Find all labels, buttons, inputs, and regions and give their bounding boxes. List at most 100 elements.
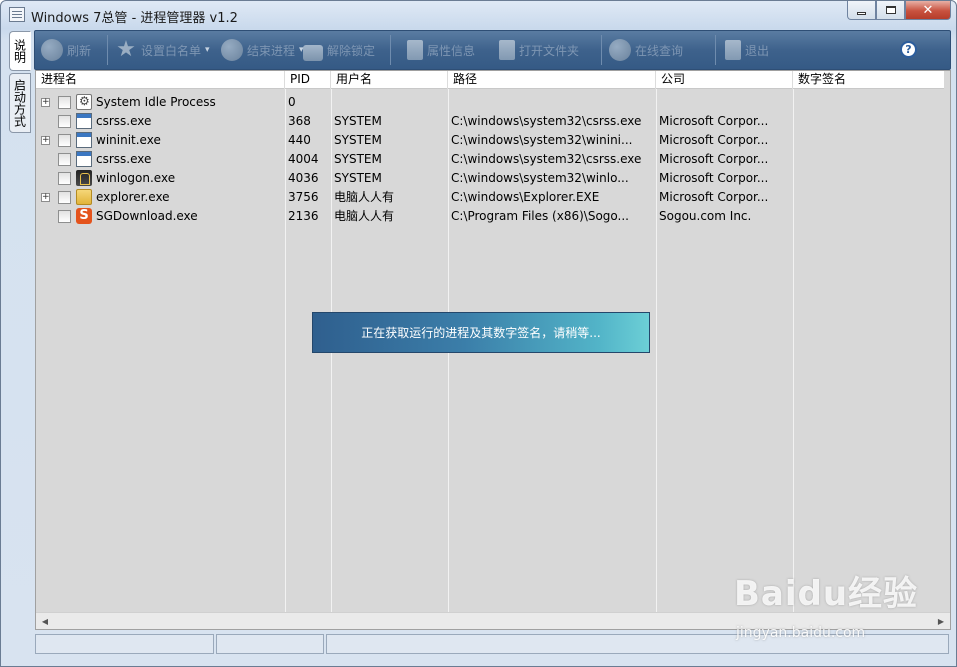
scroll-left-icon[interactable]: ◀ — [38, 615, 52, 628]
app-window: Windows 7总管 - 进程管理器 v1.2 ✕ 说明 启动方式 刷新 ★ … — [0, 0, 957, 667]
process-path: C:\windows\system32\winlo... — [451, 171, 629, 185]
expand-icon[interactable]: + — [41, 193, 50, 202]
system-process-icon — [76, 94, 92, 110]
status-panel — [216, 634, 324, 654]
tab-description[interactable]: 说明 — [9, 31, 31, 71]
close-icon: ✕ — [922, 2, 934, 18]
process-path: C:\windows\Explorer.EXE — [451, 190, 600, 204]
open-folder-icon — [499, 40, 515, 60]
tab-startup-mode[interactable]: 启动方式 — [9, 73, 31, 133]
row-checkbox[interactable] — [58, 153, 71, 166]
chevron-down-icon[interactable]: ▾ — [205, 45, 210, 55]
table-row[interactable]: S SGDownload.exe 2136 电脑人人有 C:\Program F… — [36, 207, 944, 226]
watermark-url: jingyan.baidu.com — [736, 625, 866, 641]
properties-button[interactable]: 属性信息 — [407, 31, 475, 69]
process-user: 电脑人人有 — [334, 209, 395, 223]
column-header-signature[interactable]: 数字签名 — [793, 71, 944, 89]
end-process-button[interactable]: 结束进程 ▾ — [221, 31, 304, 69]
table-row[interactable]: csrss.exe 368 SYSTEM C:\windows\system32… — [36, 112, 944, 131]
application-window-icon — [76, 132, 92, 148]
help-button[interactable]: ? — [900, 41, 917, 58]
exit-icon — [725, 40, 741, 60]
loading-message: 正在获取运行的进程及其数字签名，请稍等... — [312, 312, 650, 353]
row-checkbox[interactable] — [58, 96, 71, 109]
application-window-icon — [76, 151, 92, 167]
table-row[interactable]: + wininit.exe 440 SYSTEM C:\windows\syst… — [36, 131, 944, 150]
properties-icon — [407, 40, 423, 60]
list-header: 进程名 PID 用户名 路径 公司 数字签名 — [36, 71, 944, 89]
toolbar-divider — [715, 35, 716, 65]
refresh-button[interactable]: 刷新 — [41, 31, 91, 69]
scroll-right-icon[interactable]: ▶ — [934, 615, 948, 628]
process-path — [451, 93, 653, 112]
row-checkbox[interactable] — [58, 210, 71, 223]
process-user: SYSTEM — [334, 114, 382, 128]
process-pid: 3756 — [288, 190, 319, 204]
process-company: Microsoft Corpor... — [659, 133, 769, 147]
table-row[interactable]: winlogon.exe 4036 SYSTEM C:\windows\syst… — [36, 169, 944, 188]
row-checkbox[interactable] — [58, 115, 71, 128]
process-pid: 0 — [288, 95, 296, 109]
process-user — [334, 93, 444, 112]
properties-label: 属性信息 — [427, 43, 476, 58]
table-row[interactable]: csrss.exe 4004 SYSTEM C:\windows\system3… — [36, 150, 944, 169]
process-name: csrss.exe — [96, 152, 152, 166]
process-user: SYSTEM — [334, 171, 382, 185]
exit-button[interactable]: 退出 — [725, 31, 769, 69]
column-header-pid[interactable]: PID — [285, 71, 331, 89]
unlock-button[interactable]: 解除锁定 — [303, 31, 375, 69]
process-user: 电脑人人有 — [334, 190, 395, 204]
process-pid: 2136 — [288, 209, 319, 223]
process-company: Microsoft Corpor... — [659, 190, 769, 204]
column-header-user[interactable]: 用户名 — [331, 71, 448, 89]
process-name: explorer.exe — [96, 190, 170, 204]
sogou-icon: S — [76, 208, 92, 224]
unlock-icon — [303, 45, 323, 61]
process-company: Sogou.com Inc. — [659, 209, 752, 223]
process-pid: 440 — [288, 133, 311, 147]
window-controls: ✕ — [847, 1, 951, 20]
process-company: Microsoft Corpor... — [659, 152, 769, 166]
online-query-label: 在线查询 — [635, 43, 684, 58]
column-header-company[interactable]: 公司 — [656, 71, 793, 89]
exit-label: 退出 — [745, 43, 770, 58]
end-process-label: 结束进程 — [247, 43, 296, 58]
expand-icon[interactable]: + — [41, 136, 50, 145]
window-title: Windows 7总管 - 进程管理器 v1.2 — [31, 11, 238, 26]
row-checkbox[interactable] — [58, 172, 71, 185]
toolbar-divider — [390, 35, 391, 65]
side-tabs: 说明 启动方式 — [9, 31, 31, 133]
process-user: SYSTEM — [334, 152, 382, 166]
unlock-label: 解除锁定 — [327, 43, 376, 58]
minimize-button[interactable] — [847, 1, 876, 20]
expand-icon[interactable]: + — [41, 98, 50, 107]
online-query-button[interactable]: 在线查询 — [609, 31, 683, 69]
open-folder-button[interactable]: 打开文件夹 — [499, 31, 579, 69]
open-folder-label: 打开文件夹 — [519, 43, 580, 58]
whitelist-button[interactable]: ★ 设置白名单 ▾ — [115, 31, 210, 69]
star-icon: ★ — [116, 37, 136, 62]
process-user: SYSTEM — [334, 133, 382, 147]
process-name: winlogon.exe — [96, 171, 176, 185]
process-path: C:\windows\system32\csrss.exe — [451, 114, 642, 128]
table-row[interactable]: + explorer.exe 3756 电脑人人有 C:\windows\Exp… — [36, 188, 944, 207]
close-button[interactable]: ✕ — [905, 1, 951, 20]
row-checkbox[interactable] — [58, 134, 71, 147]
process-pid: 4036 — [288, 171, 319, 185]
row-checkbox[interactable] — [58, 191, 71, 204]
app-icon[interactable] — [9, 7, 25, 22]
column-header-name[interactable]: 进程名 — [36, 71, 285, 89]
title-bar[interactable]: Windows 7总管 - 进程管理器 v1.2 ✕ — [1, 1, 956, 29]
stop-hand-icon — [221, 39, 243, 61]
process-company: Microsoft Corpor... — [659, 114, 769, 128]
status-panel — [35, 634, 214, 654]
maximize-button[interactable] — [876, 1, 905, 20]
column-header-path[interactable]: 路径 — [448, 71, 656, 89]
refresh-label: 刷新 — [67, 43, 92, 58]
table-row[interactable]: + System Idle Process 0 — [36, 93, 944, 112]
whitelist-label: 设置白名单 — [141, 43, 202, 58]
maximize-icon — [885, 6, 896, 14]
process-company — [659, 93, 789, 112]
refresh-icon — [41, 39, 63, 61]
process-pid: 368 — [288, 114, 311, 128]
